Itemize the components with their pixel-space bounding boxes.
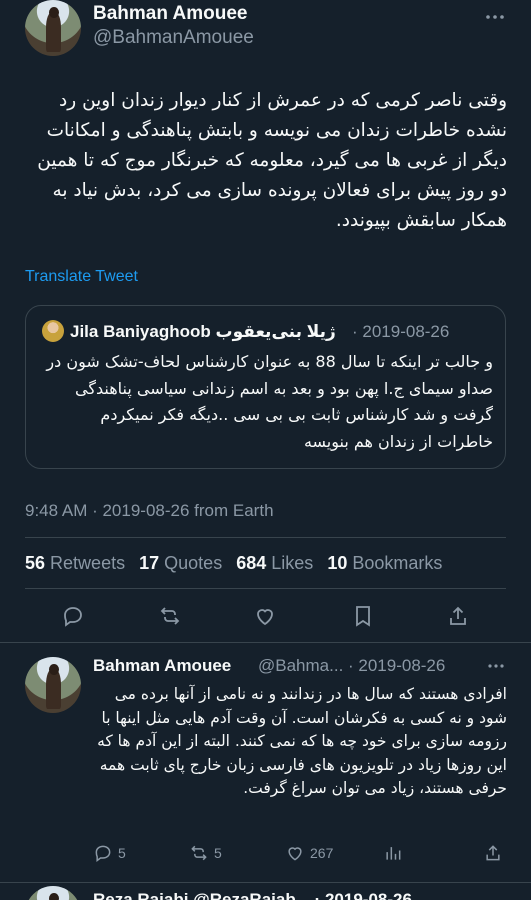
divider (0, 882, 531, 883)
retweet-icon[interactable] (157, 603, 183, 629)
quoted-text: و جالب تر اینکه تا سال 88 به عنوان کارشن… (46, 352, 493, 451)
quoted-author-name: Jila Baniyaghoob ژیلا بنی‌یعقوب (70, 322, 336, 341)
reply-reply-button[interactable]: 5 (93, 843, 126, 863)
reply-icon[interactable] (60, 603, 86, 629)
reply-date[interactable]: · 2019-08-26 (348, 656, 445, 676)
reply-action-bar: 5 5 267 (93, 843, 513, 865)
reply-author-avatar[interactable] (25, 657, 81, 713)
next-author-avatar[interactable] (25, 886, 81, 900)
author-avatar[interactable] (25, 0, 81, 56)
author-name[interactable]: Bahman Amouee (93, 3, 248, 25)
quotes-stat[interactable]: 17 Quotes (139, 553, 222, 573)
tweet-timestamp[interactable]: 9:48 AM · 2019-08-26 from Earth (25, 501, 274, 521)
reply-text: افرادی هستند که سال ها در زندانند و نه ن… (97, 685, 507, 797)
reply-retweet-button[interactable]: 5 (189, 843, 222, 863)
tweet-detail-page: Bahman Amouee @BahmanAmouee وقتی ناصر کر… (0, 0, 531, 900)
retweets-stat[interactable]: 56 Retweets (25, 553, 125, 573)
reply-views-button[interactable] (383, 843, 403, 863)
translate-tweet-link[interactable]: Translate Tweet (25, 268, 138, 286)
more-horizontal-icon[interactable] (485, 4, 505, 25)
reply-more-icon[interactable] (487, 656, 505, 674)
divider (25, 588, 506, 589)
bookmarks-stat[interactable]: 10 Bookmarks (327, 553, 442, 573)
quoted-date: · 2019-08-26 (352, 322, 450, 341)
share-icon (486, 845, 500, 861)
reply-share-button[interactable] (483, 843, 503, 863)
reply-author-handle[interactable]: @Bahma... (258, 656, 343, 676)
quoted-tweet[interactable]: Jila Baniyaghoob ژیلا بنی‌یعقوب · 2019-0… (25, 305, 506, 469)
next-tweet-header[interactable]: Reza Rajabi @RezaRajab... · 2019-08-26 (93, 890, 412, 900)
like-icon (288, 847, 302, 861)
reply-author-name[interactable]: Bahman Amouee (93, 656, 231, 676)
like-icon[interactable] (252, 603, 278, 629)
bookmark-icon[interactable] (350, 603, 376, 629)
likes-stat[interactable]: 684 Likes (236, 553, 313, 573)
share-icon[interactable] (445, 603, 471, 629)
quoted-author-avatar (42, 320, 64, 342)
divider (0, 642, 531, 643)
reply-like-button[interactable]: 267 (285, 843, 333, 863)
reply-icon (95, 845, 111, 862)
author-handle[interactable]: @BahmanAmouee (93, 27, 254, 49)
reply-count: 5 (118, 845, 126, 861)
tweet-stats: 56 Retweets 17 Quotes 684 Likes 10 Bookm… (25, 553, 451, 574)
like-count: 267 (310, 845, 334, 861)
tweet-text: وقتی ناصر کرمی که در عمرش از کنار دیوار … (37, 90, 507, 231)
views-icon (386, 847, 401, 860)
retweet-icon (191, 845, 207, 861)
tweet-action-bar (0, 603, 531, 631)
retweet-count: 5 (214, 845, 222, 861)
divider (25, 537, 506, 538)
